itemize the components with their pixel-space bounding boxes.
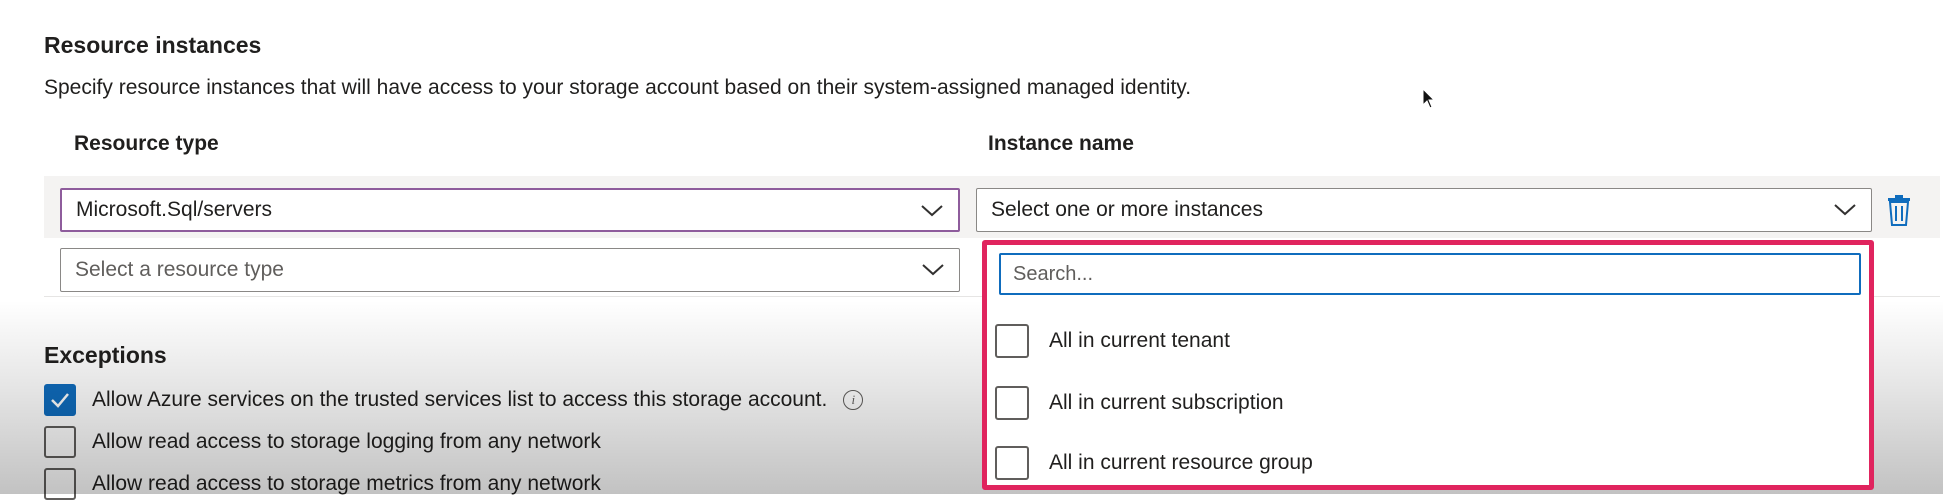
resource-type-value: Microsoft.Sql/servers	[76, 198, 273, 221]
option-all-in-current-subscription[interactable]: All in current subscription	[995, 383, 1284, 423]
checkbox-unchecked[interactable]	[995, 324, 1029, 358]
exception-trusted-services[interactable]: Allow Azure services on the trusted serv…	[44, 382, 864, 418]
checkbox-unchecked[interactable]	[995, 446, 1029, 480]
checkmark-icon	[51, 393, 69, 408]
option-all-in-current-tenant[interactable]: All in current tenant	[995, 321, 1230, 361]
exceptions-title: Exceptions	[44, 342, 167, 368]
mouse-cursor-icon	[1422, 88, 1436, 109]
option-label: All in current subscription	[1049, 391, 1284, 414]
resource-type-dropdown-row-2[interactable]: Select a resource type	[60, 248, 960, 292]
resource-type-dropdown-row-1[interactable]: Microsoft.Sql/servers	[60, 188, 960, 232]
instance-name-value: Select one or more instances	[991, 198, 1263, 221]
exception-label: Allow read access to storage metrics fro…	[92, 472, 601, 495]
exception-label: Allow read access to storage logging fro…	[92, 430, 601, 453]
checkbox-unchecked[interactable]	[44, 426, 76, 458]
column-header-instance-name: Instance name	[988, 132, 1134, 155]
option-label: All in current tenant	[1049, 329, 1230, 352]
resource-instances-description: Specify resource instances that will hav…	[44, 76, 1192, 99]
resource-type-placeholder: Select a resource type	[75, 258, 284, 281]
checkbox-unchecked[interactable]	[995, 386, 1029, 420]
instance-name-dropdown-row-1[interactable]: Select one or more instances	[976, 188, 1872, 232]
option-all-in-current-resource-group[interactable]: All in current resource group	[995, 443, 1313, 483]
exception-storage-logging[interactable]: Allow read access to storage logging fro…	[44, 424, 601, 460]
exception-storage-metrics[interactable]: Allow read access to storage metrics fro…	[44, 466, 601, 502]
checkbox-unchecked[interactable]	[44, 468, 76, 500]
info-icon[interactable]: i	[843, 390, 864, 410]
chevron-down-icon	[922, 264, 944, 276]
checkbox-checked[interactable]	[44, 384, 76, 416]
instance-dropdown-panel: All in current tenant All in current sub…	[982, 240, 1874, 490]
instance-search-input[interactable]	[999, 253, 1861, 295]
chevron-down-icon	[921, 205, 943, 217]
resource-instances-title: Resource instances	[44, 32, 262, 58]
option-label: All in current resource group	[1049, 451, 1313, 474]
delete-row-trash-icon[interactable]	[1886, 194, 1912, 226]
exception-label: Allow Azure services on the trusted serv…	[92, 388, 828, 411]
column-header-resource-type: Resource type	[74, 132, 219, 155]
chevron-down-icon	[1834, 204, 1856, 216]
